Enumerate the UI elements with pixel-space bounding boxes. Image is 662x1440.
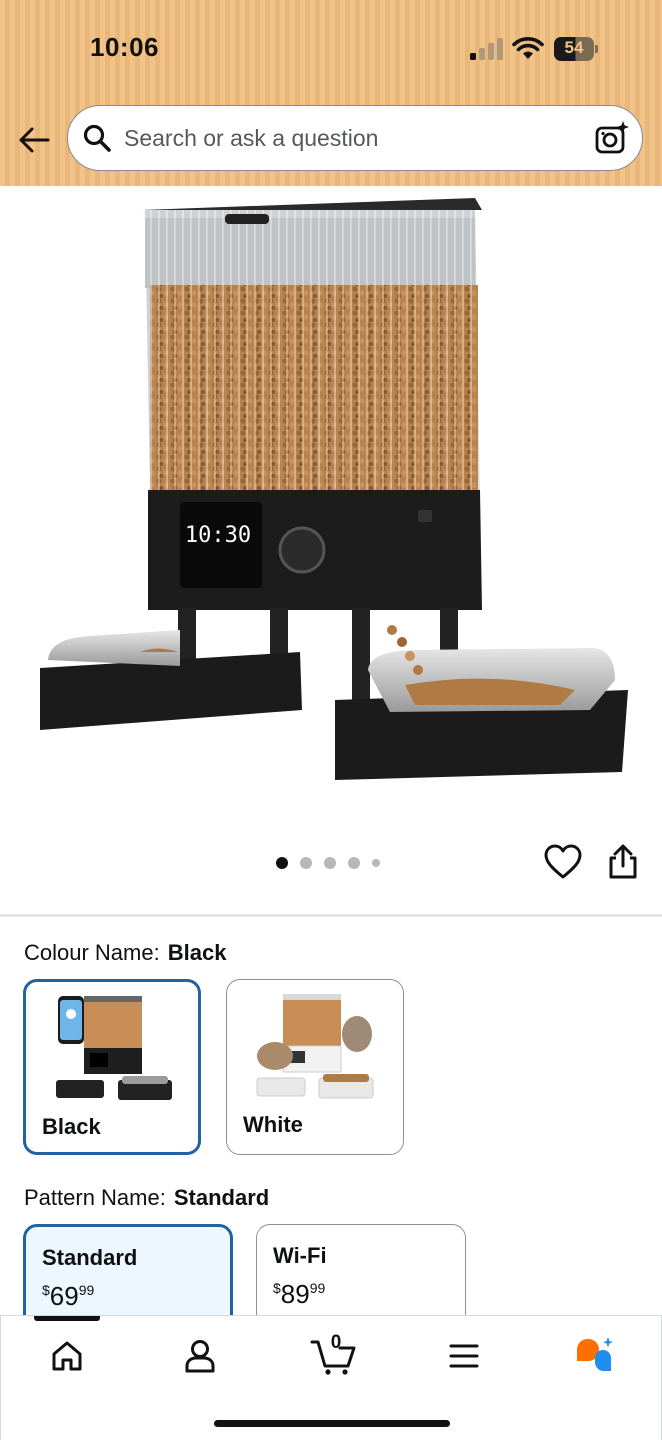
pattern-option-price: $6999 xyxy=(42,1281,95,1311)
home-indicator-bar xyxy=(214,1420,450,1427)
svg-text:10:30: 10:30 xyxy=(185,523,251,548)
pattern-option-label: Standard xyxy=(42,1245,138,1270)
colour-option-label: White xyxy=(243,1112,303,1137)
status-time: 10:06 xyxy=(90,32,159,62)
camera-lens-icon[interactable] xyxy=(594,120,630,156)
swatch-image-black xyxy=(56,996,172,1100)
pager-dot[interactable] xyxy=(348,857,360,869)
pattern-option-price: $8999 xyxy=(273,1279,326,1309)
search-icon xyxy=(83,124,111,152)
battery-level: 54 xyxy=(564,38,584,57)
pattern-selected-value: Standard xyxy=(173,1185,270,1210)
home-icon xyxy=(52,1341,82,1371)
pattern-option-label: Wi-Fi xyxy=(273,1243,327,1268)
heart-icon[interactable] xyxy=(544,844,582,880)
colour-option-label: Black xyxy=(42,1114,101,1139)
nav-cart[interactable]: 0 xyxy=(303,1332,363,1378)
pager-dot[interactable] xyxy=(372,859,380,867)
colour-label: Colour Name: Black xyxy=(24,940,226,966)
pattern-label-text: Pattern Name: xyxy=(24,1185,166,1210)
pattern-label: Pattern Name: Standard xyxy=(24,1185,269,1211)
nav-account[interactable] xyxy=(170,1334,230,1378)
cart-count: 0 xyxy=(330,1332,342,1353)
share-icon[interactable] xyxy=(606,844,640,880)
nav-menu[interactable] xyxy=(434,1334,494,1378)
nav-rufus[interactable] xyxy=(565,1334,625,1378)
search-input[interactable] xyxy=(124,118,574,158)
pager-dot[interactable] xyxy=(276,857,288,869)
product-image[interactable]: 10:30 xyxy=(30,190,630,800)
wifi-icon xyxy=(512,37,544,59)
cellular-signal-icon xyxy=(470,38,503,60)
account-icon xyxy=(185,1340,215,1373)
rufus-icon xyxy=(577,1337,613,1371)
nav-home[interactable] xyxy=(37,1334,97,1378)
nav-active-indicator xyxy=(34,1316,100,1321)
swatch-image-white xyxy=(256,994,374,1099)
battery-icon: 54 xyxy=(554,37,598,61)
colour-selected-value: Black xyxy=(167,940,227,965)
colour-label-text: Colour Name: xyxy=(24,940,160,965)
colour-option-white[interactable]: White xyxy=(226,979,404,1155)
search-bar[interactable] xyxy=(67,105,643,171)
menu-icon xyxy=(449,1344,479,1368)
bottom-nav: 0 xyxy=(0,1315,662,1440)
image-pager[interactable] xyxy=(276,856,380,870)
section-divider xyxy=(0,914,662,917)
header: 10:06 54 xyxy=(0,0,662,186)
back-arrow-icon xyxy=(19,127,50,153)
colour-option-black[interactable]: Black xyxy=(23,979,201,1155)
pager-dot[interactable] xyxy=(324,857,336,869)
back-button[interactable] xyxy=(14,122,54,158)
pager-dot[interactable] xyxy=(300,857,312,869)
